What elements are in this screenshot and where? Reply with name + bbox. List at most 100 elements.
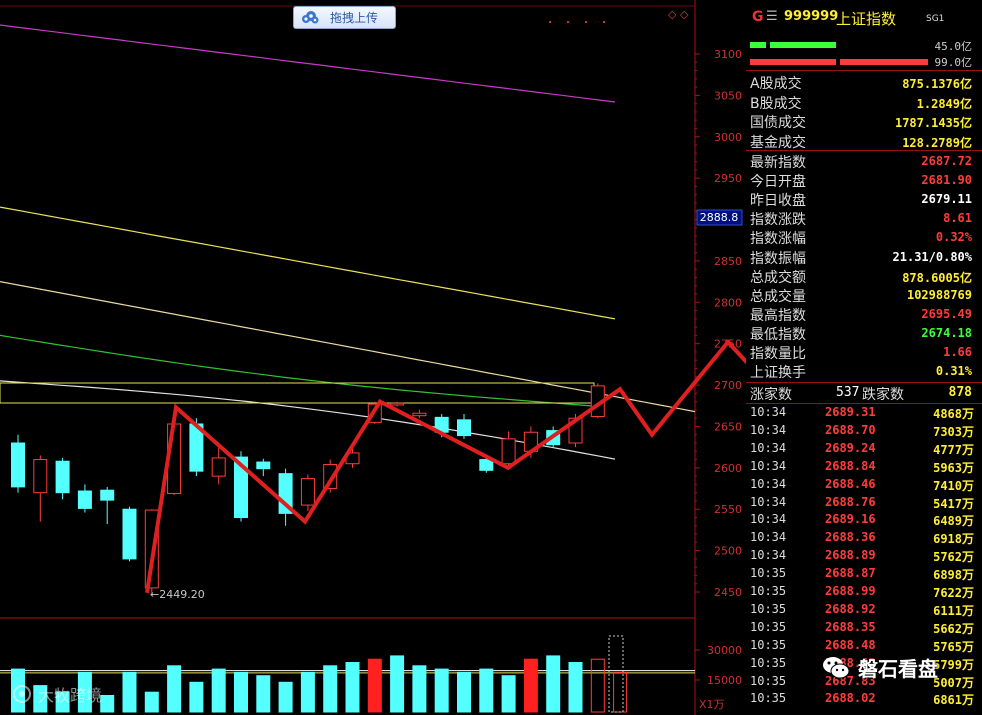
- tick-volume: 5007万: [933, 675, 974, 690]
- down-count: 878: [948, 385, 972, 400]
- tick-time: 10:35: [750, 673, 787, 688]
- volume-bar: [278, 681, 293, 713]
- stat-value: 2687.72: [921, 154, 972, 168]
- y-tick-label: 2500: [714, 545, 742, 558]
- volume-bar: [367, 658, 382, 713]
- volume-unit-label: X1万: [699, 698, 725, 711]
- candle-body: [390, 402, 405, 406]
- tick-volume: 5662万: [933, 621, 974, 636]
- stat-value: 8.61: [943, 211, 972, 226]
- stat-row: 指数振幅 21.31/0.80%: [750, 248, 972, 267]
- volume-bar-current: [608, 635, 624, 713]
- tick-row: 10:34 2688.89 5762万: [750, 548, 974, 566]
- turnover-label: 国债成交: [750, 115, 806, 131]
- candle-body: [55, 460, 70, 494]
- tick-time: 10:35: [750, 566, 787, 581]
- turnover-label: A股成交: [750, 76, 802, 92]
- tick-row: 10:34 2688.70 7303万: [750, 423, 974, 441]
- tick-volume: 4777万: [933, 442, 974, 457]
- tick-price: 2688.89: [825, 548, 876, 563]
- stat-label: 今日开盘: [750, 174, 806, 191]
- volume-bar-1: 45.0亿: [750, 40, 982, 53]
- stat-value: 1.66: [943, 345, 972, 359]
- turnover-value: 1787.1435亿: [894, 116, 972, 130]
- stat-row: 最低指数 2674.18: [750, 324, 972, 343]
- tick-volume: 7410万: [933, 478, 974, 493]
- tick-time: 10:35: [750, 584, 787, 598]
- watermark-left: 大牧跨境: [12, 682, 102, 706]
- grid-icon[interactable]: ☰: [766, 9, 778, 24]
- candle-body: [11, 442, 25, 488]
- y-tick-label: 2450: [714, 586, 742, 599]
- tick-time: 10:35: [750, 619, 787, 634]
- tick-row: 10:34 2689.24 4777万: [750, 441, 974, 459]
- stat-label: 最新指数: [750, 155, 806, 171]
- candle-body: [33, 459, 48, 494]
- volume-bar: [100, 695, 115, 713]
- tick-volume: 5417万: [933, 496, 974, 511]
- tick-row: 10:34 2689.16 6489万: [750, 512, 974, 530]
- panel-badge: SG1: [926, 14, 945, 24]
- y-tick-label: 3000: [714, 131, 742, 144]
- corner-icons[interactable]: ◇ ◇: [668, 8, 689, 21]
- turnover-row: 基金成交 128.2789亿: [750, 132, 972, 151]
- tick-volume: 6111万: [933, 603, 974, 618]
- volume-bar: [189, 681, 204, 713]
- volume-bar: [323, 665, 338, 713]
- tick-volume: 5799万: [933, 657, 974, 672]
- watermark-right-text: 磐石看盘: [858, 657, 938, 681]
- dot-marker: [585, 21, 587, 23]
- bar2-value: 99.0亿: [934, 56, 973, 69]
- tick-time: 10:34: [750, 494, 787, 509]
- y-tick-label: 2850: [714, 255, 742, 268]
- volume-bar: [211, 668, 226, 713]
- upload-button[interactable]: 拖拽上传: [293, 6, 396, 29]
- stat-value: 0.31%: [935, 364, 972, 379]
- volume-bar: [144, 691, 159, 713]
- y-tick-label: 2800: [714, 296, 742, 309]
- volume-bar: [613, 671, 628, 713]
- tick-row: 10:34 2688.84 5963万: [750, 459, 974, 477]
- range-box: [0, 382, 595, 404]
- moving-average-line: [0, 334, 596, 407]
- tick-row: 10:35 2688.99 7622万: [750, 584, 974, 602]
- tick-row: 10:35 2688.35 5662万: [750, 620, 974, 638]
- turnover-label: B股成交: [750, 95, 802, 112]
- tick-time: 10:34: [750, 422, 787, 437]
- volume-bar: [523, 658, 538, 713]
- candle-body: [211, 457, 226, 477]
- volume-bar: [256, 675, 271, 713]
- stat-row: 指数涨跌 8.61: [750, 209, 972, 228]
- tick-row: 10:35 2688.02 6861万: [750, 691, 974, 709]
- moving-average-line: [0, 206, 616, 320]
- tick-volume: 5765万: [933, 639, 974, 654]
- stat-label: 指数量比: [750, 346, 806, 362]
- candle-body: [300, 478, 315, 506]
- stat-value: 2674.18: [921, 325, 972, 340]
- tick-time: 10:35: [750, 655, 787, 670]
- stock-code: 999999: [784, 9, 839, 24]
- stat-value: 2695.49: [921, 306, 972, 321]
- candle-body: [501, 438, 516, 465]
- tick-price: 2688.70: [825, 422, 876, 437]
- stat-row: 指数量比 1.66: [750, 343, 972, 362]
- y-tick-label: 2700: [714, 379, 742, 392]
- y-tick-label: 2650: [714, 420, 742, 433]
- tick-price: 2688.87: [825, 566, 876, 581]
- tick-volume: 4868万: [933, 407, 974, 421]
- y-tick-label: 2600: [714, 462, 742, 475]
- tick-time: 10:34: [750, 405, 787, 419]
- dot-marker: [603, 21, 605, 23]
- turnover-row: A股成交 875.1376亿: [750, 73, 972, 92]
- volume-tick-label: 15000: [707, 674, 742, 687]
- volume-tick-label: 30000: [707, 644, 742, 657]
- tick-price: 2688.99: [825, 584, 876, 598]
- candle-body: [100, 489, 115, 501]
- stat-label: 指数涨跌: [750, 212, 806, 229]
- candle-body: [457, 419, 471, 437]
- tick-time: 10:34: [750, 530, 787, 545]
- volume-bar: [167, 665, 182, 713]
- stat-value: 21.31/0.80%: [892, 249, 972, 264]
- tick-price: 2688.02: [825, 691, 876, 706]
- volume-bar-2: 99.0亿: [750, 56, 982, 69]
